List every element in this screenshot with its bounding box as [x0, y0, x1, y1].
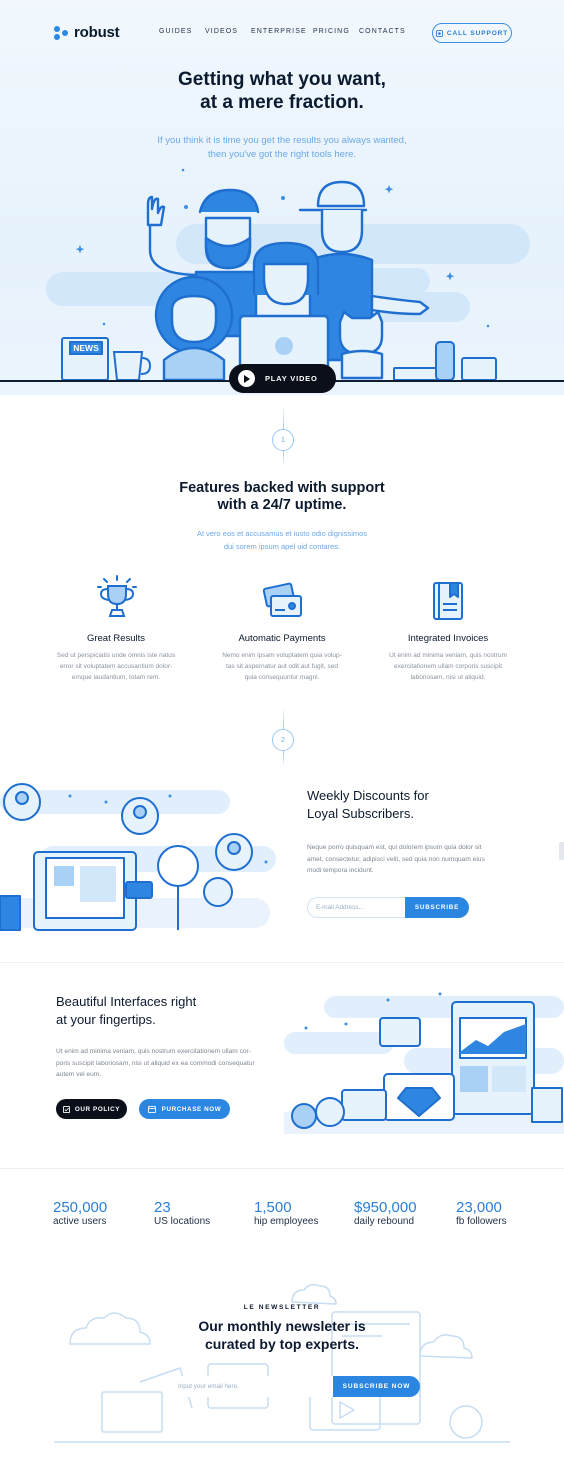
nav-item-contacts[interactable]: CONTACTS	[359, 28, 409, 35]
feature-automatic-payments: Automatic Payments Nemo enim ipsam volup…	[212, 633, 352, 683]
section-divider	[0, 1168, 564, 1169]
logo-icon	[54, 25, 68, 40]
feature-description: Ut enim ad minima veniam, quis nostrum ex…	[389, 652, 507, 681]
section-divider	[0, 962, 564, 963]
call-support-button[interactable]: CALL SUPPORT	[432, 23, 512, 43]
features-subtitle: At vero eos et accusamus et iusto odio d…	[196, 529, 368, 551]
stat-daily-rebound: $950,000 daily rebound	[354, 1199, 417, 1228]
newsletter-title: Our monthly newsleter is curated by top …	[198, 1318, 366, 1352]
hero-illustration: NEWS	[46, 168, 530, 382]
newsletter-eyebrow: LE NEWSLETTER	[243, 1304, 321, 1311]
feature-title: Great Results	[86, 633, 146, 644]
trophy-icon	[97, 575, 137, 617]
nav-item-guides[interactable]: GUIDES	[159, 28, 205, 35]
stat-label: fb followers	[456, 1216, 507, 1227]
stat-value: $950,000	[354, 1199, 417, 1216]
discounts-title: Weekly Discounts for Loyal Subscribers.	[307, 788, 429, 821]
feature-integrated-invoices: Integrated Invoices Ut enim ad minima ve…	[378, 633, 518, 683]
card-icon	[147, 1105, 156, 1113]
stat-value: 23	[154, 1199, 171, 1216]
step-connector	[283, 451, 284, 467]
interfaces-illustration	[284, 992, 564, 1134]
discount-subscribe-form: E-mail Address... SUBSCRIBE	[307, 897, 469, 918]
discounts-description: Neque porro quisquam est, qui dolorem ip…	[307, 844, 485, 874]
hero-title: Getting what you want, at a mere fractio…	[178, 69, 386, 113]
step-connector	[283, 405, 284, 429]
interfaces-title: Beautiful Interfaces right at your finge…	[56, 994, 197, 1027]
our-policy-label: OUR POLICY	[74, 1105, 121, 1113]
subscribe-button[interactable]: SUBSCRIBE	[405, 897, 469, 918]
main-nav: GUIDES VIDEOS ENTERPRISE PRICING CONTACT…	[159, 28, 409, 35]
play-icon	[238, 370, 255, 387]
call-support-label: CALL SUPPORT	[446, 29, 509, 37]
step-marker-1: 1	[272, 429, 294, 451]
purchase-now-button[interactable]: PURCHASE NOW	[139, 1099, 230, 1119]
our-policy-button[interactable]: OUR POLICY	[56, 1099, 127, 1119]
support-icon	[435, 29, 443, 37]
hero-subtitle: If you think it is time you get the resu…	[157, 135, 407, 160]
stat-us-locations: 23 US locations	[154, 1199, 210, 1228]
subscribe-now-button[interactable]: SUBSCRIBE NOW	[333, 1376, 420, 1397]
interfaces-description: Ut enim ad minima veniam, quis nostrum e…	[56, 1048, 255, 1078]
step-connector	[283, 751, 284, 767]
stat-label: active users	[53, 1216, 107, 1227]
checkbox-icon	[62, 1105, 70, 1113]
newsletter-background-illustration	[54, 1283, 510, 1443]
stat-active-users: 250,000 active users	[53, 1199, 107, 1228]
stat-value: 23,000	[456, 1199, 502, 1216]
stat-label: US locations	[154, 1216, 211, 1227]
stat-value: 1,500	[254, 1199, 292, 1216]
purchase-now-label: PURCHASE NOW	[161, 1105, 222, 1113]
scroll-handle[interactable]	[559, 842, 564, 860]
discounts-illustration	[0, 783, 276, 931]
nav-item-videos[interactable]: VIDEOS	[205, 28, 251, 35]
stat-label: daily rebound	[354, 1216, 415, 1227]
feature-great-results: Great Results Sed ut perspiciatis unde o…	[46, 633, 186, 683]
news-sign-text: NEWS	[73, 343, 99, 353]
play-video-label: PLAY VIDEO	[265, 374, 318, 383]
feature-title: Automatic Payments	[238, 633, 326, 644]
invoice-book-icon	[433, 582, 463, 620]
feature-description: Sed ut perspiciatis unde omnis iste natu…	[56, 652, 176, 681]
stat-value: 250,000	[53, 1199, 108, 1216]
stat-employees: 1,500 hip employees	[254, 1199, 318, 1228]
stat-label: hip employees	[254, 1216, 319, 1227]
stat-fb-followers: 23,000 fb followers	[456, 1199, 507, 1228]
newsletter-email-field[interactable]: Input your email here.	[166, 1376, 334, 1397]
features-title: Features backed with support with a 24/7…	[179, 480, 385, 513]
step-connector	[283, 706, 284, 729]
credit-card-icon	[262, 582, 302, 617]
nav-item-pricing[interactable]: PRICING	[313, 28, 359, 35]
step-marker-2: 2	[272, 729, 294, 751]
brand-logo[interactable]: robust	[54, 24, 120, 41]
feature-description: Nemo enim ipsam voluptatem quia volup-ta…	[222, 652, 342, 681]
feature-title: Integrated Invoices	[407, 633, 489, 644]
brand-name: robust	[74, 24, 120, 41]
play-video-button[interactable]: PLAY VIDEO	[229, 364, 336, 393]
nav-item-enterprise[interactable]: ENTERPRISE	[251, 28, 313, 35]
email-field[interactable]: E-mail Address...	[307, 897, 405, 918]
